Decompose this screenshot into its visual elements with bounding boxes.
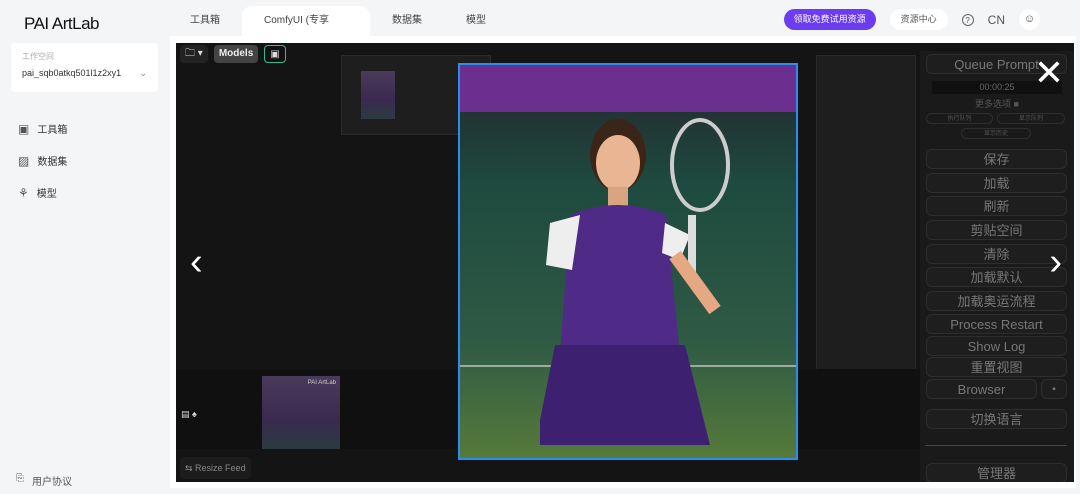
preview-image: [458, 63, 798, 460]
show-queue-button[interactable]: 显示队列: [997, 113, 1065, 124]
chevron-down-icon: ⌄: [139, 68, 147, 78]
clear-button[interactable]: 清除: [926, 244, 1067, 264]
tab-toolbox[interactable]: 工具箱: [168, 6, 242, 36]
refresh-button[interactable]: 刷新: [926, 196, 1067, 216]
sidebar-item-label: 模型: [36, 189, 57, 200]
exec-queue-button[interactable]: 执行队列: [926, 113, 993, 124]
more-options-toggle[interactable]: 更多选项 ■: [920, 97, 1074, 110]
reset-view-button[interactable]: 重置视图: [926, 357, 1067, 377]
tab-models[interactable]: 模型: [444, 6, 508, 36]
previous-image-arrow[interactable]: ‹: [190, 243, 203, 281]
show-history-button[interactable]: 显示历史: [961, 128, 1031, 139]
resize-feed-label: Resize Feed: [195, 463, 246, 473]
process-restart-button[interactable]: Process Restart: [926, 314, 1067, 334]
tab-bar: 工具箱 ComfyUI (专享版)× 数据集 模型: [168, 6, 508, 56]
toolbox-icon: ▣: [18, 121, 30, 136]
user-agreement-label: 用户协议: [32, 477, 72, 488]
free-trial-button[interactable]: 领取免费试用资源: [783, 9, 876, 30]
app-logo: PAI ArtLab: [24, 14, 100, 33]
browser-save-icon[interactable]: ▪: [1041, 379, 1067, 399]
workspace-selector[interactable]: 工作空间 pai_sqb0atkq501l1z2xy1 ⌄: [11, 43, 158, 92]
load-default-button[interactable]: 加载默认: [926, 267, 1067, 287]
resize-feed-button[interactable]: ⇆ Resize Feed: [180, 457, 251, 479]
resource-center-button[interactable]: 资源中心: [889, 9, 948, 30]
tennis-player-illustration: [540, 118, 730, 445]
help-icon[interactable]: ?: [961, 13, 974, 26]
tab-comfyui[interactable]: ComfyUI (专享版)×: [242, 6, 370, 56]
tab-datasets[interactable]: 数据集: [370, 6, 444, 36]
sidebar-item-toolbox[interactable]: ▣ 工具箱: [18, 121, 68, 137]
divider: [925, 445, 1067, 446]
feed-thumbnail[interactable]: PAI ArtLab: [262, 376, 340, 449]
sidebar-item-datasets[interactable]: ▨ 数据集: [18, 153, 68, 169]
sidebar-item-models[interactable]: ⚘ 模型: [18, 185, 57, 201]
model-icon: ⚘: [18, 185, 29, 200]
user-icon[interactable]: ☺: [1019, 9, 1040, 30]
save-button[interactable]: 保存: [926, 149, 1067, 169]
folder-dropdown[interactable]: 🗀 ▾: [180, 45, 208, 63]
node-thumbnail: [361, 71, 395, 119]
agreement-icon: ⎘: [16, 473, 24, 484]
user-agreement-link[interactable]: ⎘ 用户协议: [16, 473, 72, 488]
sidebar-item-label: 工具箱: [37, 125, 68, 136]
show-log-button[interactable]: Show Log: [926, 336, 1067, 356]
browser-button[interactable]: Browser: [926, 379, 1037, 399]
comfyui-canvas[interactable]: PAI ArtLab ▤ ♠ 🗀 ▾ Models ▣ Queue Prompt…: [176, 43, 1074, 482]
language-toggle[interactable]: CN: [988, 13, 1005, 27]
workflow-node: [816, 55, 916, 375]
clipspace-button[interactable]: 剪贴空间: [926, 220, 1067, 240]
models-button[interactable]: Models: [213, 45, 259, 63]
workspace-label: 工作空间: [22, 52, 54, 61]
save-icon[interactable]: ▣: [264, 45, 286, 63]
feed-controls[interactable]: ▤ ♠: [181, 409, 197, 420]
image-icon: ▨: [18, 153, 30, 168]
sidebar-item-label: 数据集: [37, 157, 68, 168]
next-image-arrow[interactable]: ›: [1049, 243, 1062, 281]
close-viewer-icon[interactable]: ✕: [1034, 55, 1064, 91]
thumb-watermark: PAI ArtLab: [307, 380, 336, 386]
load-button[interactable]: 加载: [926, 173, 1067, 193]
switch-language-button[interactable]: 切换语言: [926, 409, 1067, 429]
more-options-label: 更多选项: [975, 99, 1012, 109]
workspace-value: pai_sqb0atkq501l1z2xy1: [22, 68, 122, 78]
load-olympic-workflow-button[interactable]: 加载奥运流程: [926, 291, 1067, 311]
manager-button[interactable]: 管理器: [926, 463, 1067, 482]
